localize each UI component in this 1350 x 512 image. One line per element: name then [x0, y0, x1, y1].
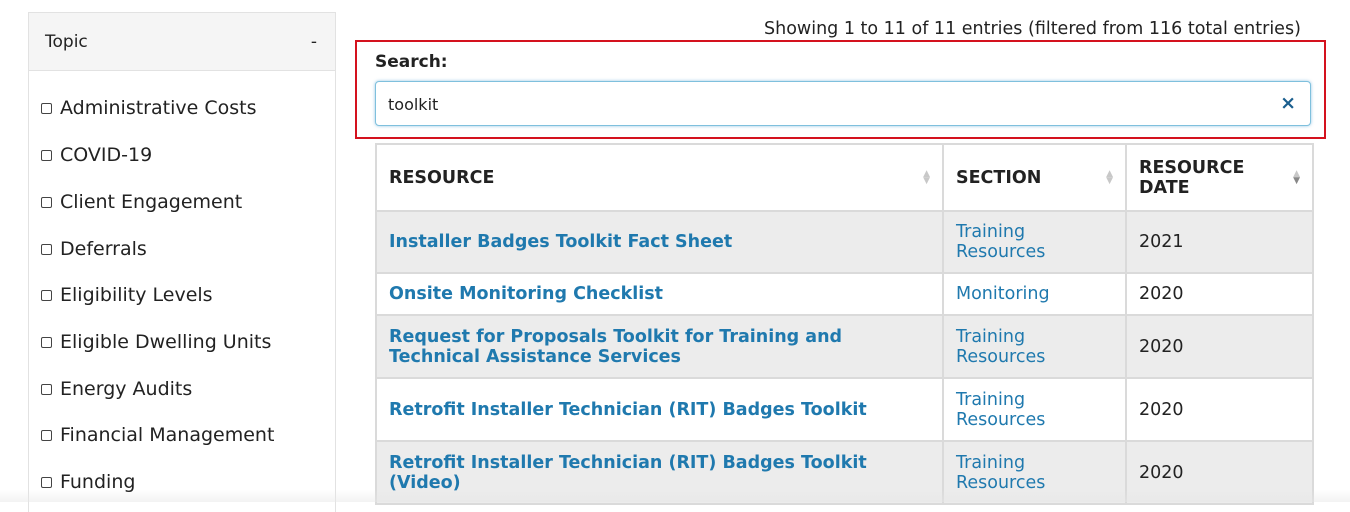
resource-date: 2020 — [1125, 272, 1314, 316]
checkbox-icon[interactable] — [41, 289, 52, 301]
table-header-row: RESOURCE ▲ ▼ SECTION ▲ ▼ RESOURCE DATE ▲ ▼ — [375, 143, 1314, 212]
topic-filter-header[interactable]: Topic - — [29, 13, 335, 71]
topic-label: Eligibility Levels — [60, 284, 213, 306]
topic-label: COVID-19 — [60, 144, 153, 166]
topic-item-eligible-dwelling-units[interactable]: Eligible Dwelling Units — [41, 331, 271, 353]
section-link[interactable]: Monitoring — [956, 284, 1050, 304]
table-row: Request for Proposals Toolkit for Traini… — [375, 314, 1314, 379]
column-header-label: SECTION — [956, 167, 1042, 188]
search-field[interactable]: × — [375, 81, 1311, 126]
column-header-section[interactable]: SECTION ▲ ▼ — [942, 143, 1127, 212]
column-header-resource-date[interactable]: RESOURCE DATE ▲ ▼ — [1125, 143, 1314, 212]
resource-date: 2020 — [1125, 377, 1314, 442]
section-link[interactable]: Training Resources — [956, 327, 1045, 367]
checkbox-icon[interactable] — [41, 429, 52, 441]
topic-item-financial-management[interactable]: Financial Management — [41, 424, 274, 446]
topic-item-client-engagement[interactable]: Client Engagement — [41, 191, 242, 213]
checkbox-icon[interactable] — [41, 476, 52, 488]
resource-link[interactable]: Request for Proposals Toolkit for Traini… — [389, 327, 842, 367]
topic-label: Eligible Dwelling Units — [60, 331, 272, 353]
checkbox-icon[interactable] — [41, 102, 52, 114]
checkbox-icon[interactable] — [41, 383, 52, 395]
sort-icon: ▲ ▼ — [1106, 168, 1113, 186]
clear-search-icon[interactable]: × — [1280, 92, 1296, 114]
topic-item-deferrals[interactable]: Deferrals — [41, 238, 147, 260]
table-row: Retrofit Installer Technician (RIT) Badg… — [375, 377, 1314, 442]
topic-label: Deferrals — [60, 238, 147, 260]
section-link[interactable]: Training Resources — [956, 453, 1045, 493]
resource-link[interactable]: Installer Badges Toolkit Fact Sheet — [389, 232, 732, 252]
topic-label: Administrative Costs — [60, 97, 257, 119]
topic-label: Financial Management — [60, 424, 275, 446]
search-label: Search: — [375, 52, 448, 72]
column-header-resource[interactable]: RESOURCE ▲ ▼ — [375, 143, 944, 212]
table-row: Installer Badges Toolkit Fact Sheet Trai… — [375, 210, 1314, 274]
topic-label: Energy Audits — [60, 378, 193, 400]
topic-filter-title: Topic — [45, 31, 88, 52]
collapse-toggle-icon[interactable]: - — [311, 32, 319, 52]
resource-link[interactable]: Retrofit Installer Technician (RIT) Badg… — [389, 400, 867, 420]
sort-desc-icon: ▲ ▼ — [1293, 168, 1300, 186]
table-row: Onsite Monitoring Checklist Monitoring 2… — [375, 272, 1314, 316]
resource-link[interactable]: Onsite Monitoring Checklist — [389, 284, 663, 304]
entries-info: Showing 1 to 11 of 11 entries (filtered … — [764, 19, 1301, 39]
checkbox-icon[interactable] — [41, 149, 52, 161]
topic-item-funding[interactable]: Funding — [41, 471, 135, 493]
column-header-label: RESOURCE DATE — [1139, 157, 1245, 198]
topic-item-administrative-costs[interactable]: Administrative Costs — [41, 97, 256, 119]
resource-date: 2021 — [1125, 210, 1314, 274]
checkbox-icon[interactable] — [41, 336, 52, 348]
resource-link[interactable]: Retrofit Installer Technician (RIT) Badg… — [389, 453, 867, 493]
column-header-label: RESOURCE — [389, 167, 495, 188]
resource-date: 2020 — [1125, 440, 1314, 505]
topic-item-eligibility-levels[interactable]: Eligibility Levels — [41, 284, 213, 306]
table-row: Retrofit Installer Technician (RIT) Badg… — [375, 440, 1314, 505]
resource-date: 2020 — [1125, 314, 1314, 379]
search-input[interactable] — [388, 92, 1248, 116]
section-link[interactable]: Training Resources — [956, 222, 1045, 262]
results-table: RESOURCE ▲ ▼ SECTION ▲ ▼ RESOURCE DATE ▲ ▼ … — [375, 143, 1314, 505]
topic-filter-panel: Topic - Administrative Costs COVID-19 Cl… — [28, 12, 336, 512]
sort-icon: ▲ ▼ — [923, 168, 930, 186]
topic-label: Funding — [60, 471, 136, 493]
topic-item-covid-19[interactable]: COVID-19 — [41, 144, 152, 166]
topic-item-energy-audits[interactable]: Energy Audits — [41, 378, 192, 400]
topic-label: Client Engagement — [60, 191, 243, 213]
checkbox-icon[interactable] — [41, 196, 52, 208]
section-link[interactable]: Training Resources — [956, 390, 1045, 430]
checkbox-icon[interactable] — [41, 243, 52, 255]
